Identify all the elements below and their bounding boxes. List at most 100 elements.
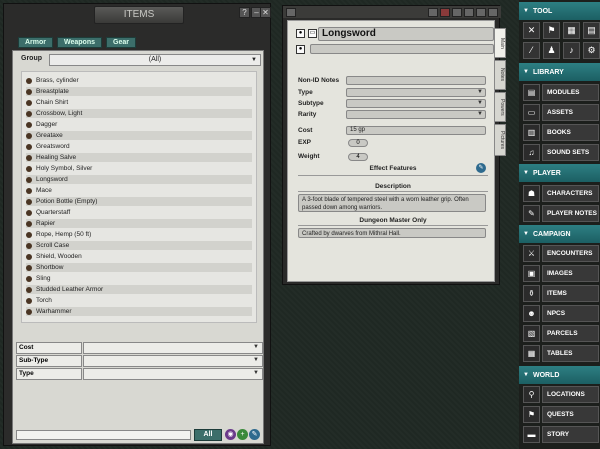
sidebar-item-items[interactable]: ⚱ ITEMS: [523, 284, 599, 302]
list-item[interactable]: Greatsword: [26, 142, 252, 151]
sidebar-item-sound-sets[interactable]: ♫ SOUND SETS: [523, 143, 599, 161]
list-item[interactable]: Shortbow: [26, 263, 252, 272]
cost-field[interactable]: 15 gp: [346, 126, 486, 135]
minimize-icon[interactable]: [476, 8, 486, 17]
item-icon[interactable]: [26, 132, 32, 139]
sidebar-item-story[interactable]: ▬ STORY: [523, 425, 599, 443]
sidebar-item-locations[interactable]: ⚲ LOCATIONS: [523, 385, 599, 403]
item-icon[interactable]: [26, 88, 32, 95]
item-icon[interactable]: [26, 297, 32, 304]
list-item[interactable]: Brass, cylinder: [26, 76, 252, 85]
sidebar-item-tables[interactable]: ▦ TABLES: [523, 344, 599, 362]
list-item[interactable]: Holy Symbol, Silver: [26, 164, 252, 173]
item-icon[interactable]: [26, 242, 32, 249]
close-icon[interactable]: [488, 8, 498, 17]
tab-weapons[interactable]: Weapons: [57, 37, 103, 48]
rarity-field[interactable]: ▼: [346, 110, 486, 119]
calendar-tool-icon[interactable]: ▦: [563, 22, 580, 39]
list-item[interactable]: Torch: [26, 296, 252, 305]
close-icon[interactable]: ✕: [260, 7, 271, 18]
party-tool-icon[interactable]: ♟: [543, 42, 560, 59]
filter-select-cost[interactable]: ▼: [83, 342, 263, 354]
all-button[interactable]: All: [194, 429, 222, 441]
sidebar-item-npcs[interactable]: ☻ NPCS: [523, 304, 599, 322]
tab-main[interactable]: Main: [494, 28, 506, 58]
sidebar-item-images[interactable]: ▣ IMAGES: [523, 264, 599, 282]
library-section-header[interactable]: ▼ LIBRARY: [519, 63, 600, 81]
item-name-field[interactable]: Longsword: [318, 27, 494, 41]
list-item[interactable]: Mace: [26, 186, 252, 195]
item-icon[interactable]: [26, 176, 32, 183]
list-item[interactable]: Breastplate: [26, 87, 252, 96]
tab-armor[interactable]: Armor: [18, 37, 54, 48]
item-icon[interactable]: [26, 77, 32, 84]
identified-icon[interactable]: ●: [296, 45, 305, 54]
list-item[interactable]: Greataxe: [26, 131, 252, 140]
exp-field[interactable]: 0: [348, 139, 368, 147]
sidebar-item-assets[interactable]: ▭ ASSETS: [523, 103, 599, 121]
nonid-name-field[interactable]: [310, 44, 494, 54]
list-item[interactable]: Scroll Case: [26, 241, 252, 250]
item-icon[interactable]: [26, 209, 32, 216]
item-icon[interactable]: [26, 275, 32, 282]
sidebar-item-modules[interactable]: ▤ MODULES: [523, 83, 599, 101]
item-icon[interactable]: [26, 220, 32, 227]
list-item[interactable]: Crossbow, Light: [26, 109, 252, 118]
share-icon[interactable]: [286, 8, 296, 17]
item-icon[interactable]: [26, 121, 32, 128]
lock-icon[interactable]: ●: [296, 29, 305, 38]
subtype-field[interactable]: ▼: [346, 99, 486, 108]
list-item[interactable]: Quarterstaff: [26, 208, 252, 217]
help-icon[interactable]: [464, 8, 474, 17]
tool-section-header[interactable]: ▼ TOOL: [519, 2, 600, 20]
nonid-notes-field[interactable]: [346, 76, 486, 85]
list-item[interactable]: Rope, Hemp (50 ft): [26, 230, 252, 239]
list-item[interactable]: Sling: [26, 274, 252, 283]
gear-icon[interactable]: ⚙: [583, 42, 600, 59]
link-icon[interactable]: [452, 8, 462, 17]
world-section-header[interactable]: ▼ WORLD: [519, 366, 600, 384]
list-item[interactable]: Healing Salve: [26, 153, 252, 162]
list-item[interactable]: Warhammer: [26, 307, 252, 316]
sidebar-item-books[interactable]: ▥ BOOKS: [523, 123, 599, 141]
list-item[interactable]: Potion Bottle (Empty): [26, 197, 252, 206]
unidentified-icon[interactable]: [440, 8, 450, 17]
list-item[interactable]: Longsword: [26, 175, 252, 184]
tab-powers[interactable]: Powers: [494, 92, 506, 122]
list-item[interactable]: Chain Shirt: [26, 98, 252, 107]
light-tool-icon[interactable]: ⁄: [523, 42, 540, 59]
list-item[interactable]: Studded Leather Armor: [26, 285, 252, 294]
list-item[interactable]: Dagger: [26, 120, 252, 129]
group-select[interactable]: (All) ▼: [49, 54, 261, 66]
campaign-section-header[interactable]: ▼ CAMPAIGN: [519, 225, 600, 243]
tab-notes[interactable]: Notes: [494, 60, 506, 90]
item-icon[interactable]: [26, 187, 32, 194]
item-icon[interactable]: [26, 110, 32, 117]
item-icon[interactable]: [26, 165, 32, 172]
search-input[interactable]: [16, 430, 191, 440]
edit-icon[interactable]: ✎: [249, 429, 260, 440]
item-icon[interactable]: [26, 253, 32, 260]
list-item[interactable]: Shield, Wooden: [26, 252, 252, 261]
sidebar-item-encounters[interactable]: ⚔ ENCOUNTERS: [523, 244, 599, 262]
item-icon[interactable]: [26, 154, 32, 161]
filter-select-type[interactable]: ▼: [83, 368, 263, 380]
item-icon[interactable]: [26, 308, 32, 315]
sidebar-item-characters[interactable]: ☗ CHARACTERS: [523, 184, 599, 202]
list-item[interactable]: Rapier: [26, 219, 252, 228]
flag-tool-icon[interactable]: ⚑: [543, 22, 560, 39]
item-icon[interactable]: [26, 286, 32, 293]
item-icon[interactable]: [26, 231, 32, 238]
filter-icon[interactable]: ◉: [225, 429, 236, 440]
item-icon[interactable]: [26, 198, 32, 205]
edit-icon[interactable]: ✎: [476, 163, 486, 173]
player-section-header[interactable]: ▼ PLAYER: [519, 164, 600, 182]
dm-notes-field[interactable]: Crafted by dwarves from Mithral Hall.: [298, 228, 486, 238]
sidebar-item-parcels[interactable]: ▧ PARCELS: [523, 324, 599, 342]
item-icon[interactable]: [26, 143, 32, 150]
close-tool-icon[interactable]: ✕: [523, 22, 540, 39]
help-icon[interactable]: ?: [239, 7, 250, 18]
options-tool-icon[interactable]: ▤: [583, 22, 600, 39]
sidebar-item-player-notes[interactable]: ✎ PLAYER NOTES: [523, 204, 599, 222]
weight-field[interactable]: 4: [348, 153, 368, 161]
